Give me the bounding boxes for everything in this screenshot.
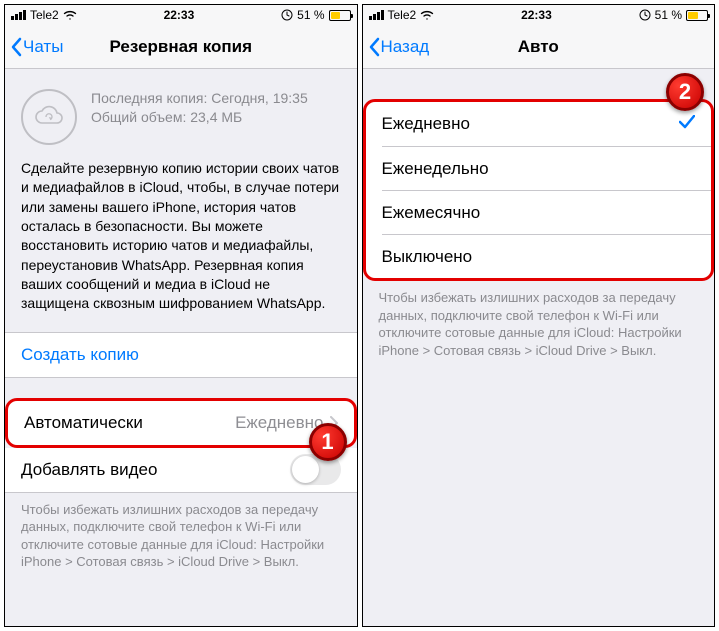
status-bar: Tele2 22:33 51 % xyxy=(363,5,715,25)
battery-pct-label: 51 % xyxy=(297,8,324,22)
chevron-left-icon xyxy=(369,37,381,57)
footer-note: Чтобы избежать излишних расходов за пере… xyxy=(5,493,357,587)
signal-icon xyxy=(369,10,384,20)
annotation-marker-1: 1 xyxy=(309,423,347,461)
battery-icon xyxy=(686,10,708,21)
annotation-marker-2: 2 xyxy=(666,73,704,111)
option-daily[interactable]: Ежедневно xyxy=(366,102,712,146)
rotation-lock-icon xyxy=(281,9,293,21)
nav-bar: Назад Авто xyxy=(363,25,715,69)
option-off[interactable]: Выключено xyxy=(382,234,712,278)
battery-pct-label: 51 % xyxy=(655,8,682,22)
back-label: Чаты xyxy=(23,37,63,57)
last-backup-label: Последняя копия: Сегодня, 19:35 xyxy=(91,89,308,108)
backup-description: Сделайте резервную копию истории своих ч… xyxy=(5,153,357,332)
footer-note: Чтобы избежать излишних расходов за пере… xyxy=(363,281,715,375)
create-backup-button[interactable]: Создать копию xyxy=(5,333,357,377)
clock-label: 22:33 xyxy=(164,8,195,22)
option-label: Ежедневно xyxy=(382,114,470,134)
wifi-icon xyxy=(420,10,434,20)
option-label: Еженедельно xyxy=(382,159,489,179)
back-button[interactable]: Назад xyxy=(363,37,430,57)
back-label: Назад xyxy=(381,37,430,57)
carrier-label: Tele2 xyxy=(388,8,417,22)
auto-backup-label: Автоматически xyxy=(24,413,143,433)
clock-label: 22:33 xyxy=(521,8,552,22)
battery-icon xyxy=(329,10,351,21)
backup-size-label: Общий объем: 23,4 МБ xyxy=(91,108,308,127)
signal-icon xyxy=(11,10,26,20)
include-video-row[interactable]: Добавлять видео xyxy=(5,448,357,492)
carrier-label: Tele2 xyxy=(30,8,59,22)
option-label: Ежемесячно xyxy=(382,203,481,223)
create-backup-label: Создать копию xyxy=(21,345,139,365)
checkmark-icon xyxy=(679,114,695,134)
option-weekly[interactable]: Еженедельно xyxy=(382,146,712,190)
back-button[interactable]: Чаты xyxy=(5,37,63,57)
chevron-left-icon xyxy=(11,37,23,57)
status-bar: Tele2 22:33 51 % xyxy=(5,5,357,25)
option-monthly[interactable]: Ежемесячно xyxy=(382,190,712,234)
rotation-lock-icon xyxy=(639,9,651,21)
include-video-label: Добавлять видео xyxy=(21,460,157,480)
nav-bar: Чаты Резервная копия xyxy=(5,25,357,69)
auto-backup-value: Ежедневно xyxy=(235,413,323,433)
cloud-refresh-icon xyxy=(21,89,77,145)
auto-backup-row[interactable]: Автоматически Ежедневно xyxy=(8,401,354,445)
option-label: Выключено xyxy=(382,247,473,267)
wifi-icon xyxy=(63,10,77,20)
